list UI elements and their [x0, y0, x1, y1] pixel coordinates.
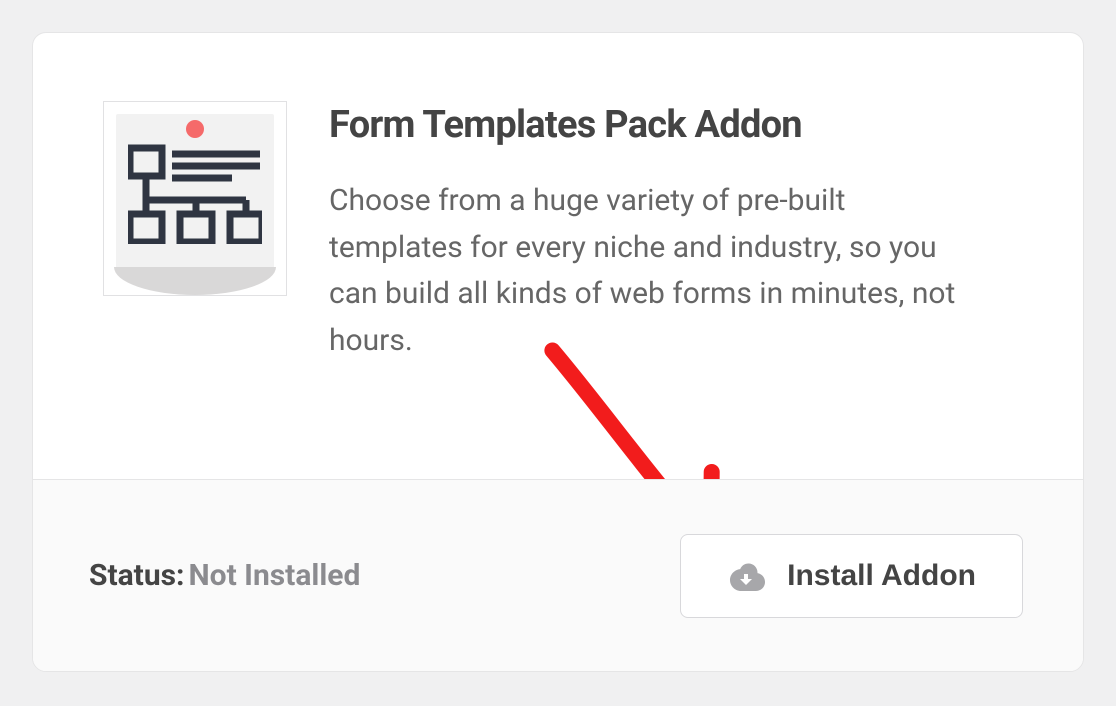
- addon-body: Form Templates Pack Addon Choose from a …: [33, 33, 1083, 457]
- install-button-label: Install Addon: [787, 559, 976, 593]
- addon-text: Form Templates Pack Addon Choose from a …: [329, 101, 1013, 364]
- status-value: Not Installed: [188, 558, 360, 593]
- cloud-download-icon: [727, 561, 765, 591]
- addon-description: Choose from a huge variety of pre-built …: [329, 178, 969, 364]
- status-label: Status:: [89, 558, 185, 593]
- addon-card: Form Templates Pack Addon Choose from a …: [32, 32, 1084, 672]
- install-addon-button[interactable]: Install Addon: [680, 534, 1023, 618]
- pin-icon: [186, 120, 204, 138]
- addon-icon: [103, 101, 287, 296]
- wireframe-icon: [128, 144, 262, 265]
- addon-title: Form Templates Pack Addon: [329, 101, 1013, 150]
- addon-footer: Status: Not Installed Install Addon: [33, 479, 1083, 671]
- status-line: Status: Not Installed: [89, 558, 360, 593]
